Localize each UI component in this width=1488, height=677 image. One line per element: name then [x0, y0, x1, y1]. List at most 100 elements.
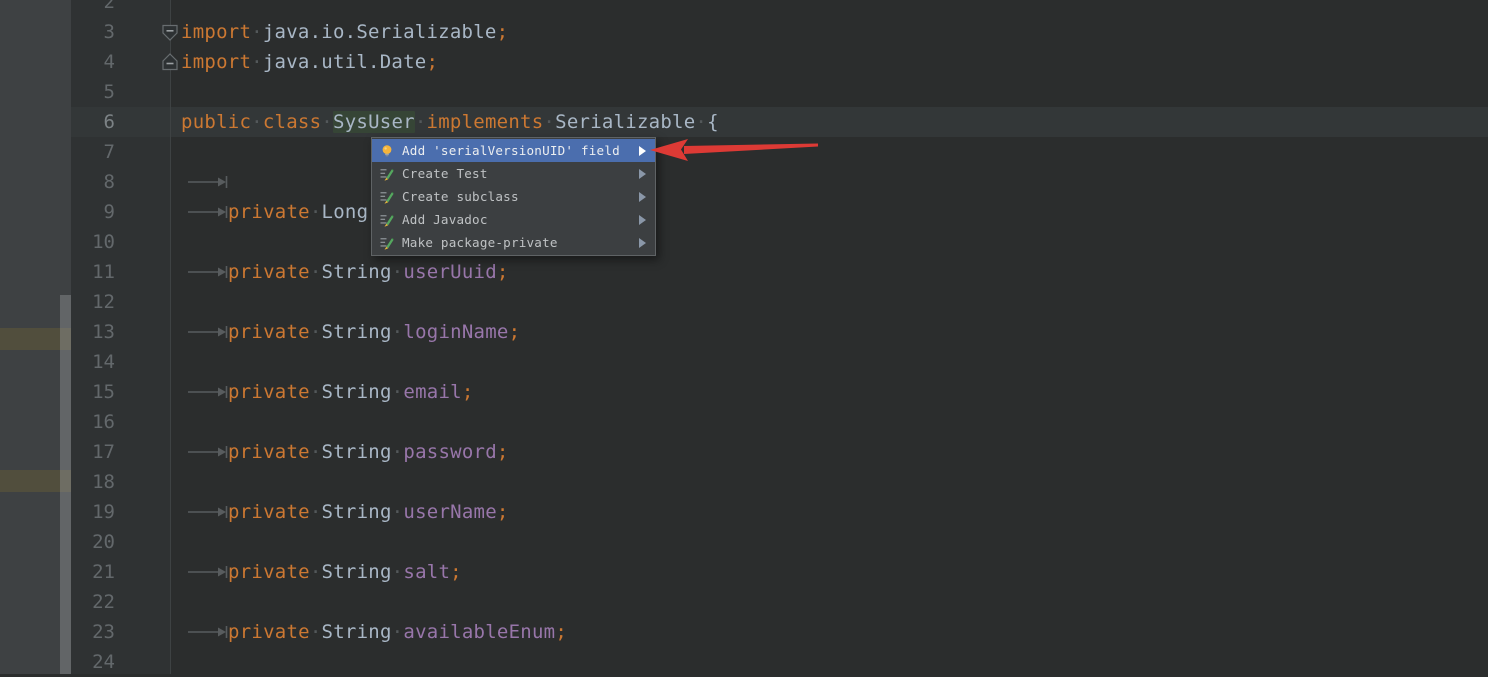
code-token: java.io.Serializable	[263, 21, 497, 43]
code-line-4[interactable]: import·java.util.Date;	[171, 47, 1488, 77]
code-line-23[interactable]: private·String·availableEnum;	[171, 617, 1488, 647]
code-token: ·	[321, 111, 333, 133]
pencil-icon	[380, 167, 394, 181]
code-token: String	[322, 321, 392, 343]
code-token: ·	[392, 561, 404, 583]
code-line-22[interactable]	[171, 587, 1488, 617]
code-line-3[interactable]: import·java.io.Serializable;	[171, 17, 1488, 47]
code-line-11[interactable]: private·String·userUuid;	[171, 257, 1488, 287]
code-token: private	[228, 441, 310, 463]
code-token: class	[263, 111, 321, 133]
menu-item-add-serialversionuid-field[interactable]: Add 'serialVersionUID' field	[372, 139, 655, 162]
line-number-15: 15	[65, 377, 115, 407]
code-line-16[interactable]	[171, 407, 1488, 437]
code-token: ·	[392, 381, 404, 403]
code-token: String	[322, 561, 392, 583]
code-line-24[interactable]	[171, 647, 1488, 677]
highlighted-identifier: SysUser	[333, 111, 415, 133]
line-number-2: 2	[65, 0, 115, 17]
code-line-5[interactable]	[171, 77, 1488, 107]
code-line-19[interactable]: private·String·userName;	[171, 497, 1488, 527]
code-line-14[interactable]	[171, 347, 1488, 377]
code-editor: 23456789101112131415161718192021222324 i…	[0, 0, 1488, 674]
line-number-24: 24	[65, 647, 115, 677]
code-token: String	[322, 501, 392, 523]
code-token: userUuid	[403, 261, 497, 283]
code-token: ·	[310, 381, 322, 403]
fold-collapse-top-icon[interactable]	[161, 24, 179, 48]
line-number-13: 13	[65, 317, 115, 347]
code-token: ·	[310, 561, 322, 583]
code-token: ;	[450, 561, 462, 583]
code-token: private	[228, 621, 310, 643]
line-number-4: 4	[65, 47, 115, 77]
code-line-6[interactable]: public·class·SysUser·implements·Serializ…	[171, 107, 1488, 137]
menu-item-label: Create subclass	[402, 189, 639, 204]
menu-item-label: Add 'serialVersionUID' field	[402, 143, 639, 158]
tab-whitespace-icon	[181, 617, 228, 647]
code-token: ·	[310, 441, 322, 463]
code-token: ·	[310, 261, 322, 283]
code-token: ·	[310, 501, 322, 523]
code-line-12[interactable]	[171, 287, 1488, 317]
menu-item-label: Create Test	[402, 166, 639, 181]
code-token: ;	[497, 21, 509, 43]
code-token: availableEnum	[403, 621, 555, 643]
submenu-arrow-icon	[639, 146, 646, 156]
code-token: ;	[509, 321, 521, 343]
code-line-21[interactable]: private·String·salt;	[171, 557, 1488, 587]
tab-whitespace-icon	[181, 557, 228, 587]
line-number-20: 20	[65, 527, 115, 557]
code-line-13[interactable]: private·String·loginName;	[171, 317, 1488, 347]
line-number-14: 14	[65, 347, 115, 377]
code-token: {	[707, 111, 719, 133]
code-line-9[interactable]: private·Long	[171, 197, 1488, 227]
code-token: private	[228, 321, 310, 343]
code-line-7[interactable]	[171, 137, 1488, 167]
code-token: ·	[415, 111, 427, 133]
line-number-10: 10	[65, 227, 115, 257]
code-token: ;	[462, 381, 474, 403]
fold-collapse-bottom-icon[interactable]	[161, 51, 179, 75]
line-number-19: 19	[65, 497, 115, 527]
code-token: ·	[543, 111, 555, 133]
menu-item-add-javadoc[interactable]: Add Javadoc	[372, 208, 655, 231]
left-panel-strip	[0, 0, 71, 674]
submenu-arrow-icon	[639, 169, 646, 179]
code-line-18[interactable]	[171, 467, 1488, 497]
code-line-20[interactable]	[171, 527, 1488, 557]
tab-whitespace-icon	[181, 317, 228, 347]
tab-whitespace-icon	[181, 377, 228, 407]
code-token: private	[228, 261, 310, 283]
code-line-8[interactable]	[171, 167, 1488, 197]
tab-whitespace-icon	[181, 167, 228, 197]
menu-item-make-package-private[interactable]: Make package-private	[372, 231, 655, 254]
line-number-16: 16	[65, 407, 115, 437]
menu-item-create-test[interactable]: Create Test	[372, 162, 655, 185]
line-number-9: 9	[65, 197, 115, 227]
code-token: import	[181, 21, 251, 43]
code-token: email	[403, 381, 461, 403]
code-line-10[interactable]	[171, 227, 1488, 257]
line-number-21: 21	[65, 557, 115, 587]
code-token: salt	[403, 561, 450, 583]
code-line-17[interactable]: private·String·password;	[171, 437, 1488, 467]
code-token: ·	[251, 111, 263, 133]
menu-item-label: Add Javadoc	[402, 212, 639, 227]
code-token: private	[228, 501, 310, 523]
pencil-icon	[380, 190, 394, 204]
tab-whitespace-icon	[181, 437, 228, 467]
code-token: ·	[392, 621, 404, 643]
code-line-2[interactable]	[171, 0, 1488, 17]
code-token: String	[322, 621, 392, 643]
line-number-3: 3	[65, 17, 115, 47]
pencil-icon	[380, 213, 394, 227]
code-token: String	[322, 381, 392, 403]
code-token: String	[322, 261, 392, 283]
code-line-15[interactable]: private·String·email;	[171, 377, 1488, 407]
menu-item-create-subclass[interactable]: Create subclass	[372, 185, 655, 208]
code-token: ·	[392, 261, 404, 283]
code-token: ;	[497, 501, 509, 523]
submenu-arrow-icon	[639, 192, 646, 202]
code-token: ;	[427, 51, 439, 73]
